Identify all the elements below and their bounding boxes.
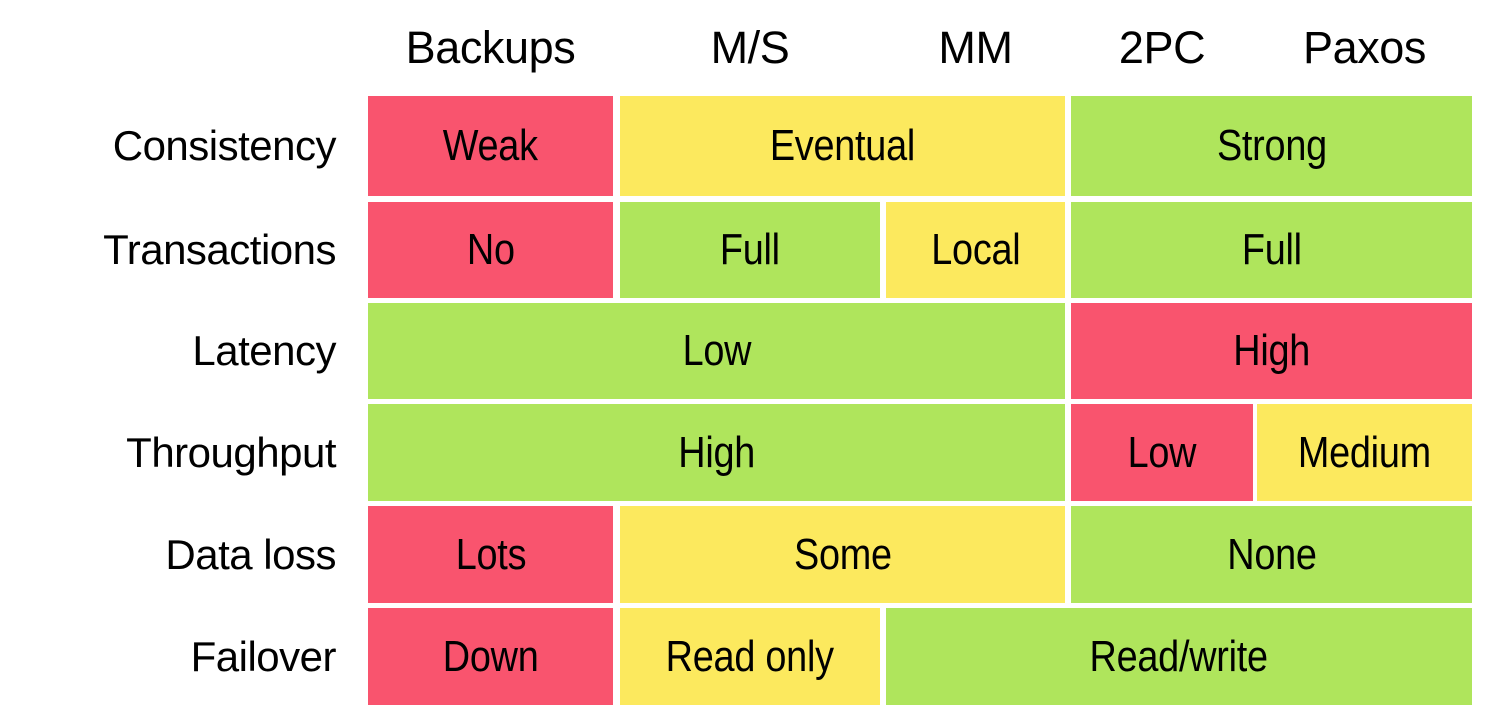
cell-value: High <box>678 427 755 477</box>
cell-value: Lots <box>455 529 526 579</box>
cell-value: Down <box>442 631 539 681</box>
row-label-failover: Failover <box>190 632 337 680</box>
cell-value: Full <box>1241 225 1302 274</box>
cell-value: Local <box>930 225 1021 274</box>
cell-failover-mm-2pc-paxos: Read/write <box>886 608 1472 705</box>
cell-failover-m-s: Read only <box>620 608 880 705</box>
cell-throughput-backups-m-s-mm: High <box>368 404 1065 501</box>
cell-value: Some <box>793 529 892 579</box>
cell-consistency-backups: Weak <box>368 96 613 196</box>
cell-value: Read only <box>665 631 835 681</box>
cell-transactions-backups: No <box>368 202 613 298</box>
cell-latency-backups-m-s-mm: Low <box>368 303 1065 399</box>
row-label-throughput: Throughput <box>126 428 336 476</box>
cell-data-loss-m-s-mm: Some <box>620 506 1065 603</box>
replication-comparison-table: Backups M/S MM 2PC Paxos Consistency Transact… <box>0 0 1492 722</box>
cell-value: Weak <box>442 121 539 170</box>
cell-transactions-m-s: Full <box>620 202 880 298</box>
cell-transactions-mm: Local <box>886 202 1065 298</box>
cell-value: None <box>1226 529 1317 579</box>
cell-value: Strong <box>1216 121 1327 170</box>
cell-value: Low <box>1127 427 1197 477</box>
cell-value: Low <box>682 326 751 375</box>
row-label-transactions: Transactions <box>103 226 336 273</box>
cell-value: Full <box>720 225 780 274</box>
cell-consistency-2pc-paxos: Strong <box>1071 96 1472 196</box>
cell-latency-2pc-paxos: High <box>1071 303 1472 399</box>
cell-data-loss-backups: Lots <box>368 506 613 603</box>
cell-transactions-2pc-paxos: Full <box>1071 202 1472 298</box>
cell-throughput-paxos: Medium <box>1257 404 1472 501</box>
cell-throughput-2pc: Low <box>1071 404 1253 501</box>
table-grid-body: Consistency Transactions Latency Throughput… <box>0 0 1492 722</box>
cell-value: No <box>466 225 515 274</box>
cell-value: Read/write <box>1089 631 1269 681</box>
cell-consistency-m-s-mm: Eventual <box>620 96 1065 196</box>
cell-value: Eventual <box>769 121 916 170</box>
row-label-consistency: Consistency <box>112 122 337 169</box>
row-label-latency: Latency <box>192 327 336 374</box>
row-label-data-loss: Data loss <box>165 530 336 578</box>
cell-data-loss-2pc-paxos: None <box>1071 506 1472 603</box>
cell-failover-backups: Down <box>368 608 613 705</box>
cell-value: High <box>1233 326 1310 375</box>
cell-value: Medium <box>1297 427 1432 477</box>
